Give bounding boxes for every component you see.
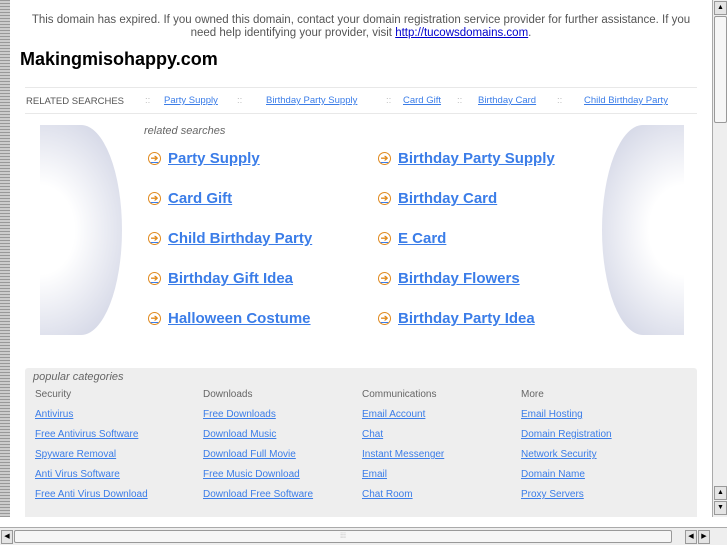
category-link[interactable]: Download Music (203, 429, 313, 449)
category-link[interactable]: Chat (362, 429, 444, 449)
category-title: Security (35, 389, 72, 400)
category-link[interactable]: Proxy Servers (521, 489, 612, 509)
category-link[interactable]: Domain Name (521, 469, 612, 489)
arrow-right-icon: ➔ (148, 192, 161, 205)
related-bar-item[interactable]: Child Birthday Party (584, 95, 668, 106)
vertical-scrollbar[interactable]: ▲ ▲ ▼ (712, 0, 727, 517)
related-search-label: E Card (398, 230, 447, 247)
related-bar-label: RELATED SEARCHES (26, 96, 125, 107)
category-link[interactable]: Chat Room (362, 489, 444, 509)
category-column: Downloads Free Downloads Download Music Dow… (203, 389, 313, 509)
popular-categories: popular categories Security Antivirus Free… (25, 368, 697, 517)
category-title: Communications (362, 389, 437, 400)
related-search-label: Card Gift (168, 190, 233, 207)
category-title: Downloads (203, 389, 253, 400)
related-search-label: Birthday Gift Idea (168, 270, 294, 287)
category-column: Communications Email Account Chat Instant M… (362, 389, 444, 509)
arrow-right-icon: ➔ (378, 192, 391, 205)
related-search-label: Birthday Card (398, 190, 498, 207)
left-frame-edge (0, 0, 10, 517)
related-bar-item[interactable]: Birthday Party Supply (266, 95, 357, 106)
arrow-right-icon: ➔ (378, 312, 391, 325)
category-link[interactable]: Download Free Software (203, 489, 313, 509)
scroll-down-icon[interactable]: ▼ (714, 501, 727, 515)
category-link[interactable]: Network Security (521, 449, 612, 469)
horizontal-scroll-thumb[interactable]: ⁞⁞⁞ (14, 530, 672, 543)
related-searches-heading: related searches (144, 125, 226, 137)
scroll-left-icon[interactable]: ◀ (685, 530, 697, 544)
scroll-right-icon[interactable]: ▶ (698, 530, 710, 544)
expired-notice: This domain has expired. If you owned th… (25, 14, 697, 40)
category-link[interactable]: Email Account (362, 409, 444, 429)
category-link[interactable]: Anti Virus Software (35, 469, 148, 489)
related-search-label: Birthday Party Supply (398, 150, 555, 167)
related-search-link[interactable]: ➔ Party Supply (148, 150, 260, 167)
category-link[interactable]: Antivirus (35, 409, 148, 429)
related-search-link[interactable]: ➔ Child Birthday Party (148, 230, 312, 247)
related-searches-bar: RELATED SEARCHES :: Party Supply :: Birt… (25, 87, 697, 114)
left-decoration (40, 125, 122, 335)
category-link[interactable]: Email Hosting (521, 409, 612, 429)
separator: :: (557, 95, 563, 106)
category-link[interactable]: Free Music Download (203, 469, 313, 489)
arrow-right-icon: ➔ (148, 272, 161, 285)
tucows-link[interactable]: http://tucowsdomains.com (395, 27, 528, 39)
right-decoration (602, 125, 684, 335)
related-search-link[interactable]: ➔ E Card (378, 230, 446, 247)
arrow-right-icon: ➔ (378, 232, 391, 245)
horizontal-scrollbar[interactable]: ◀ ⁞⁞⁞ ◀ ▶ (0, 527, 727, 545)
related-search-link[interactable]: ➔ Birthday Party Supply (378, 150, 555, 167)
category-column: More Email Hosting Domain Registration Netw… (521, 389, 612, 509)
category-link[interactable]: Email (362, 469, 444, 489)
related-search-label: Child Birthday Party (168, 230, 313, 247)
separator: :: (386, 95, 392, 106)
arrow-right-icon: ➔ (148, 232, 161, 245)
separator: :: (237, 95, 243, 106)
arrow-right-icon: ➔ (378, 152, 391, 165)
related-search-link[interactable]: ➔ Birthday Flowers (378, 270, 520, 287)
category-link[interactable]: Free Downloads (203, 409, 313, 429)
category-title: More (521, 389, 544, 400)
related-search-link[interactable]: ➔ Birthday Card (378, 190, 497, 207)
category-link[interactable]: Free Anti Virus Download (35, 489, 148, 509)
separator: :: (145, 95, 151, 106)
related-search-label: Halloween Costume (168, 310, 311, 327)
related-search-link[interactable]: ➔ Birthday Gift Idea (148, 270, 293, 287)
scroll-up-icon[interactable]: ▲ (714, 1, 727, 15)
related-search-label: Birthday Party Idea (398, 310, 535, 327)
popular-heading: popular categories (33, 371, 124, 383)
notice-text: This domain has expired. If you owned th… (31, 14, 691, 39)
category-link[interactable]: Download Full Movie (203, 449, 313, 469)
related-search-link[interactable]: ➔ Card Gift (148, 190, 232, 207)
category-link[interactable]: Domain Registration (521, 429, 612, 449)
scroll-left-icon[interactable]: ◀ (1, 530, 13, 544)
category-link[interactable]: Free Antivirus Software (35, 429, 148, 449)
notice-end: . (528, 27, 532, 39)
scroll-thumb[interactable] (714, 16, 727, 123)
scroll-up-icon[interactable]: ▲ (714, 486, 727, 500)
related-search-label: Birthday Flowers (398, 270, 520, 287)
related-search-label: Party Supply (168, 150, 260, 167)
related-search-link[interactable]: ➔ Birthday Party Idea (378, 310, 535, 327)
related-bar-item[interactable]: Birthday Card (478, 95, 536, 106)
category-link[interactable]: Instant Messenger (362, 449, 444, 469)
category-link[interactable]: Spyware Removal (35, 449, 148, 469)
page-content: This domain has expired. If you owned th… (10, 0, 712, 517)
related-bar-item[interactable]: Card Gift (403, 95, 441, 106)
arrow-right-icon: ➔ (378, 272, 391, 285)
site-title: Makingmisohappy.com (20, 49, 218, 69)
arrow-right-icon: ➔ (148, 312, 161, 325)
related-search-link[interactable]: ➔ Halloween Costume (148, 310, 311, 327)
separator: :: (457, 95, 463, 106)
arrow-right-icon: ➔ (148, 152, 161, 165)
category-column: Security Antivirus Free Antivirus Software… (35, 389, 148, 509)
related-bar-item[interactable]: Party Supply (164, 95, 218, 106)
